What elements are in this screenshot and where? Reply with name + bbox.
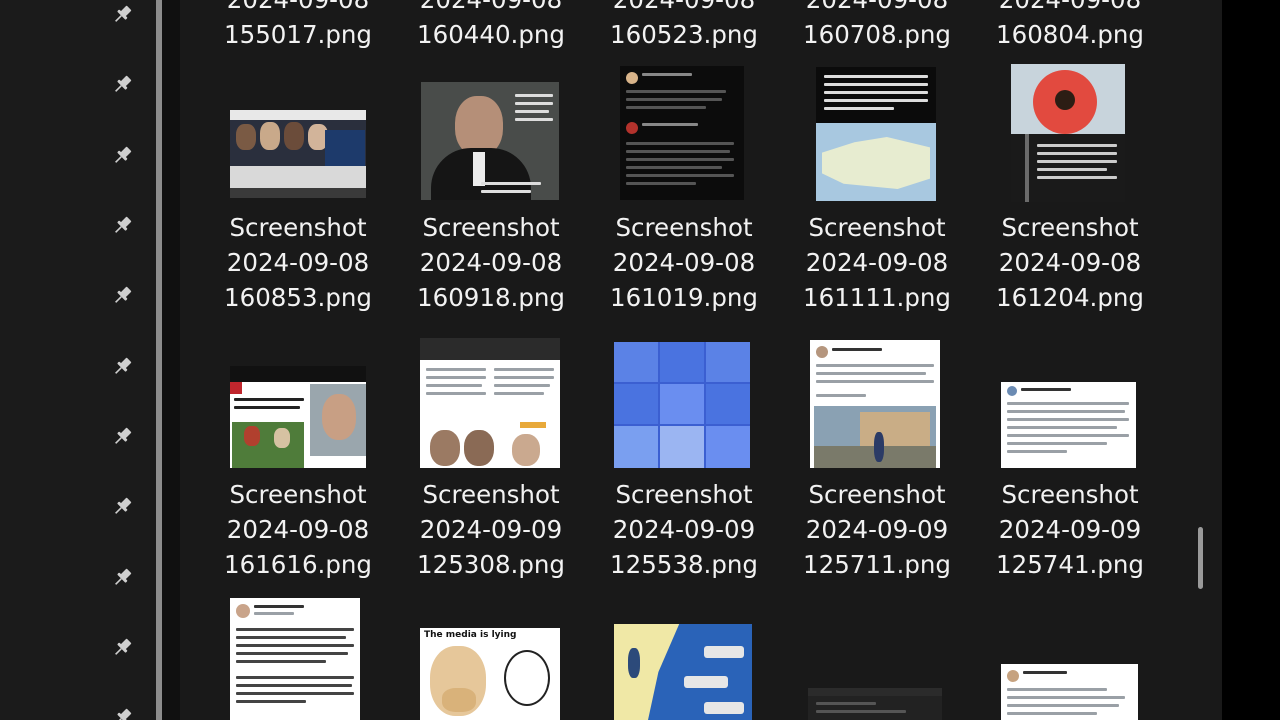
- file-name[interactable]: 2024-09-08155017.png: [203, 0, 393, 52]
- screen-edge: [1222, 0, 1280, 720]
- file-name[interactable]: Screenshot 2024-09-09 125308.png: [396, 477, 586, 582]
- file-name[interactable]: 2024-09-08160440.png: [396, 0, 586, 52]
- file-name[interactable]: Screenshot 2024-09-08 160918.png: [396, 210, 586, 315]
- pin-icon[interactable]: [100, 63, 144, 107]
- file-thumbnail[interactable]: [420, 338, 560, 468]
- file-thumbnail[interactable]: [230, 110, 366, 198]
- file-thumbnail[interactable]: [614, 624, 752, 720]
- file-thumbnail[interactable]: [1001, 664, 1138, 720]
- file-name[interactable]: 2024-09-08160523.png: [589, 0, 779, 52]
- file-name[interactable]: Screenshot 2024-09-09 125741.png: [975, 477, 1165, 582]
- file-thumbnail[interactable]: [421, 82, 559, 200]
- file-thumbnail[interactable]: [230, 598, 360, 720]
- pin-icon[interactable]: [100, 134, 144, 178]
- meme-caption: The media is lying: [424, 630, 517, 640]
- file-thumbnail[interactable]: [1011, 64, 1125, 202]
- file-name[interactable]: Screenshot 2024-09-09 125711.png: [782, 477, 972, 582]
- file-thumbnail[interactable]: [808, 688, 942, 720]
- file-name[interactable]: Screenshot 2024-09-09 125538.png: [589, 477, 779, 582]
- navigation-pane: [0, 0, 158, 720]
- file-thumbnail[interactable]: [614, 342, 750, 468]
- file-name[interactable]: Screenshot 2024-09-08 161204.png: [975, 210, 1165, 315]
- file-grid: 2024-09-08155017.png 2024-09-08160440.pn…: [180, 0, 1222, 720]
- pin-icon[interactable]: [100, 0, 144, 37]
- pin-icon[interactable]: [100, 274, 144, 318]
- file-name[interactable]: Screenshot 2024-09-08 161111.png: [782, 210, 972, 315]
- file-thumbnail[interactable]: [816, 67, 936, 201]
- vertical-scrollbar-thumb[interactable]: [1198, 527, 1203, 589]
- file-name[interactable]: Screenshot 2024-09-08 161616.png: [203, 477, 393, 582]
- file-thumbnail[interactable]: [810, 340, 940, 468]
- pin-icon[interactable]: [100, 626, 144, 670]
- file-name[interactable]: Screenshot 2024-09-08 161019.png: [589, 210, 779, 315]
- pin-icon[interactable]: [100, 415, 144, 459]
- pin-icon[interactable]: [100, 345, 144, 389]
- pin-icon[interactable]: [100, 204, 144, 248]
- file-name[interactable]: 2024-09-08160804.png: [975, 0, 1165, 52]
- pane-gap: [162, 0, 180, 720]
- file-thumbnail[interactable]: [230, 366, 366, 468]
- file-thumbnail[interactable]: [620, 66, 744, 200]
- pin-icon[interactable]: [100, 485, 144, 529]
- file-thumbnail[interactable]: The media is lying: [420, 628, 560, 720]
- file-name[interactable]: Screenshot 2024-09-08 160853.png: [203, 210, 393, 315]
- pin-icon[interactable]: [100, 696, 144, 720]
- file-thumbnail[interactable]: [1001, 382, 1136, 468]
- pin-icon[interactable]: [100, 556, 144, 600]
- file-name[interactable]: 2024-09-08160708.png: [782, 0, 972, 52]
